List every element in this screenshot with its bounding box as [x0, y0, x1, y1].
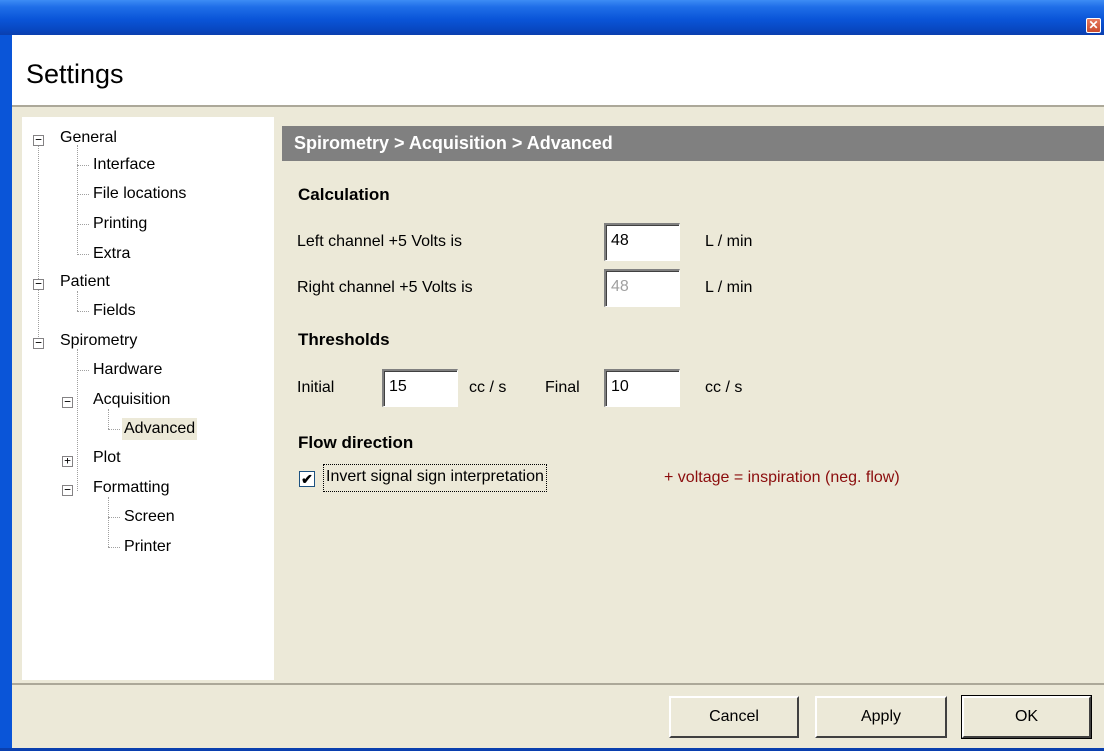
final-unit: cc / s: [705, 379, 743, 396]
right-channel-label: Right channel +5 Volts is: [297, 279, 473, 296]
right-channel-unit: L / min: [705, 279, 753, 296]
initial-label: Initial: [297, 379, 335, 396]
tree-item-fields[interactable]: Fields: [91, 300, 138, 322]
tree-line: [77, 145, 78, 255]
calculation-heading: Calculation: [298, 185, 390, 204]
invert-signal-checkbox[interactable]: ✔: [299, 471, 315, 487]
tree-line: [77, 370, 89, 371]
ok-button[interactable]: OK: [961, 695, 1092, 739]
title-bar[interactable]: ✕: [0, 0, 1104, 35]
window-frame-left: [0, 35, 12, 751]
tree-line: [108, 429, 120, 430]
initial-unit: cc / s: [469, 379, 507, 396]
tree-line: [38, 141, 39, 349]
left-channel-label: Left channel +5 Volts is: [297, 233, 462, 250]
collapse-icon[interactable]: −: [33, 134, 44, 146]
tree-item-hardware[interactable]: Hardware: [91, 359, 164, 381]
close-icon: ✕: [1088, 18, 1099, 32]
collapse-icon[interactable]: −: [62, 484, 73, 496]
final-label: Final: [545, 379, 580, 396]
flow-direction-note: + voltage = inspiration (neg. flow): [664, 469, 900, 486]
final-threshold-input[interactable]: 10: [604, 369, 680, 407]
tree-item-printer[interactable]: Printer: [122, 536, 173, 558]
collapse-icon[interactable]: −: [62, 396, 73, 408]
tree-item-extra[interactable]: Extra: [91, 243, 132, 265]
cancel-button[interactable]: Cancel: [669, 696, 799, 738]
flow-direction-heading: Flow direction: [298, 433, 414, 452]
tree-line: [77, 224, 89, 225]
right-channel-input: 48: [604, 269, 680, 307]
settings-tree[interactable]: − − − − + − General Interface File locat…: [22, 117, 274, 680]
tree-item-interface[interactable]: Interface: [91, 154, 157, 176]
tree-line: [77, 165, 89, 166]
apply-button[interactable]: Apply: [815, 696, 947, 738]
tree-line: [77, 291, 78, 311]
tree-line: [108, 517, 120, 518]
left-channel-input[interactable]: 48: [604, 223, 680, 261]
header-divider: [12, 105, 1104, 107]
close-button[interactable]: ✕: [1086, 18, 1101, 33]
tree-line: [108, 547, 120, 548]
tree-line: [77, 194, 89, 195]
left-channel-unit: L / min: [705, 233, 753, 250]
tree-item-acquisition[interactable]: Acquisition: [91, 389, 172, 411]
tree-line: [108, 409, 109, 429]
tree-line: [77, 311, 89, 312]
tree-item-formatting[interactable]: Formatting: [91, 477, 171, 499]
collapse-icon[interactable]: −: [33, 278, 44, 290]
tree-line: [108, 497, 109, 547]
tree-line: [77, 254, 89, 255]
checkmark-icon: ✔: [301, 471, 313, 487]
page-title: Settings: [26, 59, 124, 89]
invert-signal-label[interactable]: Invert signal sign interpretation: [323, 464, 547, 492]
tree-item-patient[interactable]: Patient: [58, 271, 112, 293]
thresholds-heading: Thresholds: [298, 330, 390, 349]
expand-icon[interactable]: +: [62, 455, 73, 467]
dialog-header: Settings: [12, 35, 1104, 105]
breadcrumb-bar: Spirometry > Acquisition > Advanced: [282, 126, 1104, 161]
tree-item-printing[interactable]: Printing: [91, 213, 149, 235]
tree-item-screen[interactable]: Screen: [122, 506, 177, 528]
tree-item-spirometry[interactable]: Spirometry: [58, 330, 139, 352]
tree-item-general[interactable]: General: [58, 127, 119, 149]
tree-item-plot[interactable]: Plot: [91, 447, 123, 469]
breadcrumb: Spirometry > Acquisition > Advanced: [294, 133, 613, 153]
tree-item-file-locations[interactable]: File locations: [91, 183, 188, 205]
footer-divider: [12, 683, 1104, 685]
tree-item-advanced[interactable]: Advanced: [122, 418, 198, 440]
collapse-icon[interactable]: −: [33, 337, 44, 349]
initial-threshold-input[interactable]: 15: [382, 369, 458, 407]
